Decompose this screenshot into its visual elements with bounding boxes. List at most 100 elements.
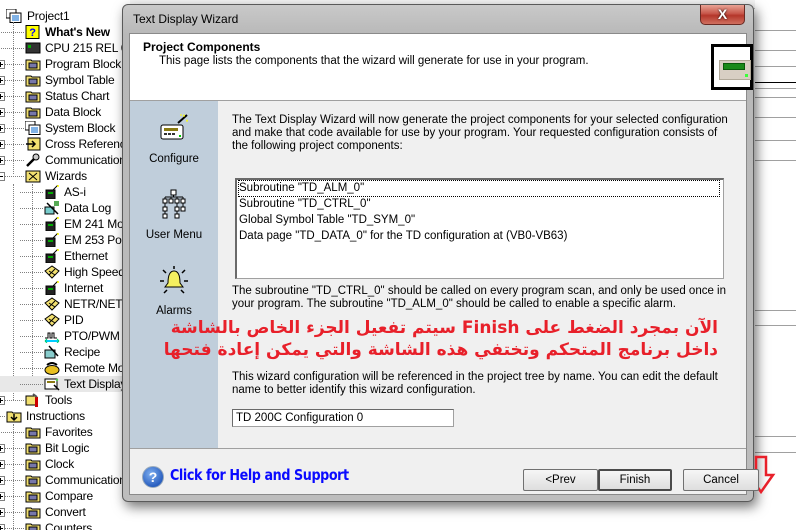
tree-item[interactable]: Program Block bbox=[0, 56, 130, 72]
tree-connector bbox=[20, 336, 43, 337]
tree-connector bbox=[20, 320, 43, 321]
tree-item[interactable]: EM 253 Position bbox=[0, 232, 130, 248]
list-item[interactable]: Subroutine "TD_ALM_0" bbox=[238, 180, 720, 197]
folder-icon bbox=[25, 491, 41, 503]
subroutine-note: The subroutine "TD_CTRL_0" should be cal… bbox=[232, 285, 727, 310]
tree-connector bbox=[5, 96, 24, 97]
tree-item[interactable]: NETR/NETW bbox=[0, 296, 130, 312]
tree-item[interactable]: Ethernet bbox=[0, 248, 130, 264]
tree-item[interactable]: PTO/PWM bbox=[0, 328, 130, 344]
tree-item[interactable]: Counters bbox=[0, 520, 130, 530]
tree-item[interactable]: Cross Reference bbox=[0, 136, 130, 152]
tree-item[interactable]: Status Chart bbox=[0, 88, 130, 104]
tree-item[interactable]: Bit Logic bbox=[0, 440, 130, 456]
tree-item-label: Counters bbox=[45, 521, 93, 530]
tree-connector bbox=[5, 400, 24, 401]
tree-item-label: AS-i bbox=[64, 185, 86, 199]
intro-text: The Text Display Wizard will now generat… bbox=[232, 114, 728, 152]
tree-item[interactable]: Communications bbox=[0, 472, 130, 488]
tree-connector bbox=[1, 32, 24, 33]
wizard-yellow-icon bbox=[44, 265, 60, 279]
configuration-name-input[interactable] bbox=[232, 409, 454, 427]
background-editor-area bbox=[755, 0, 796, 530]
system-block-icon bbox=[25, 121, 41, 135]
tree-connector bbox=[20, 288, 43, 289]
tree-item[interactable]: Communications bbox=[0, 152, 130, 168]
tree-item[interactable]: Favorites bbox=[0, 424, 130, 440]
help-support-link[interactable]: Click for Help and Support bbox=[170, 466, 349, 484]
tree-item-label: Compare bbox=[45, 489, 93, 503]
cross-reference-icon bbox=[26, 137, 41, 151]
footer-divider bbox=[130, 448, 746, 449]
annotation-line-2: داخل برنامج المتحكم وتختفي هذه الشاشة وا… bbox=[163, 340, 718, 360]
tree-item-label: NETR/NETW bbox=[64, 297, 130, 311]
components-list[interactable]: Subroutine "TD_ALM_0" Subroutine "TD_CTR… bbox=[235, 178, 724, 279]
tree-item-label: Communications bbox=[45, 473, 130, 487]
question-icon: ? bbox=[25, 25, 40, 39]
name-note: This wizard configuration will be refere… bbox=[232, 371, 718, 396]
cancel-button[interactable]: Cancel bbox=[683, 469, 759, 491]
wizard-header: Project Components This page lists the c… bbox=[130, 34, 753, 101]
wizard-icon bbox=[45, 217, 59, 231]
tree-item[interactable]: Wizards bbox=[0, 168, 130, 184]
dialog-title-bar[interactable]: Text Display Wizard X bbox=[123, 5, 753, 31]
tree-connector bbox=[20, 384, 43, 385]
tree-connector bbox=[20, 256, 43, 257]
tree-item[interactable]: EM 241 Modem bbox=[0, 216, 130, 232]
list-item[interactable]: Global Symbol Table "TD_SYM_0" bbox=[239, 213, 415, 228]
tree-item-label: Favorites bbox=[45, 425, 93, 439]
list-item[interactable]: Data page "TD_DATA_0" for the TD configu… bbox=[239, 229, 567, 244]
tree-item[interactable]: AS-i bbox=[0, 184, 130, 200]
page-subtitle: This page lists the components that the … bbox=[159, 55, 589, 67]
tree-connector bbox=[5, 128, 24, 129]
sidebar-item-user-menu[interactable]: User Menu bbox=[130, 189, 218, 249]
tree-connector bbox=[5, 464, 24, 465]
prev-button[interactable]: <Prev bbox=[523, 469, 598, 491]
tree-item[interactable]: Data Block bbox=[0, 104, 130, 120]
tree-item[interactable]: Symbol Table bbox=[0, 72, 130, 88]
finish-button[interactable]: Finish bbox=[598, 469, 672, 491]
tree-item[interactable]: Internet bbox=[0, 280, 130, 296]
tree-item[interactable]: Compare bbox=[0, 488, 130, 504]
tree-item[interactable]: Data Log bbox=[0, 200, 130, 216]
project-tree[interactable]: Project1? What's New CPU 215 REL 01 Program… bbox=[0, 0, 130, 530]
tree-item[interactable]: Tools bbox=[0, 392, 130, 408]
tree-item-label: Communications bbox=[45, 153, 130, 167]
tree-item[interactable]: Remote Modem bbox=[0, 360, 130, 376]
tree-item-label: EM 241 Modem bbox=[64, 217, 130, 231]
pto-pwm-icon bbox=[44, 332, 60, 343]
tree-item[interactable]: High Speed Counter bbox=[0, 264, 130, 280]
tree-item[interactable]: Text Display bbox=[0, 376, 130, 392]
tree-connector bbox=[5, 528, 24, 529]
folder-icon bbox=[25, 523, 41, 530]
tree-item[interactable]: PID bbox=[0, 312, 130, 328]
close-button[interactable]: X bbox=[700, 5, 745, 25]
tree-connector bbox=[20, 304, 43, 305]
list-item[interactable]: Subroutine "TD_CTRL_0" bbox=[239, 197, 371, 212]
tree-item[interactable]: Recipe bbox=[0, 344, 130, 360]
tree-item-label: System Block bbox=[45, 121, 116, 135]
expand-plus-icon[interactable] bbox=[0, 524, 5, 530]
tree-item-label: PTO/PWM bbox=[64, 329, 120, 343]
tree-connector bbox=[20, 192, 43, 193]
tree-item[interactable]: System Block bbox=[0, 120, 130, 136]
sidebar-item-alarms[interactable]: Alarms bbox=[130, 265, 218, 325]
wizard-yellow-icon bbox=[44, 313, 60, 327]
tree-connector bbox=[20, 272, 43, 273]
tree-item[interactable]: Instructions bbox=[0, 408, 130, 424]
tree-connector bbox=[20, 352, 43, 353]
tree-item-label: Convert bbox=[45, 505, 86, 519]
sidebar-label-configure: Configure bbox=[149, 153, 199, 165]
help-question-icon[interactable]: ? bbox=[142, 466, 164, 488]
tree-item[interactable]: CPU 215 REL 01 bbox=[0, 40, 130, 56]
alarm-bell-icon bbox=[160, 266, 188, 294]
tree-item-label: Text Display bbox=[64, 376, 127, 392]
tree-item-label: What's New bbox=[45, 25, 110, 39]
tree-item[interactable]: ? What's New bbox=[0, 24, 130, 40]
tree-item[interactable]: Convert bbox=[0, 504, 130, 520]
tree-item[interactable]: Clock bbox=[0, 456, 130, 472]
sidebar-item-configure[interactable]: Configure bbox=[130, 113, 218, 173]
tree-connector bbox=[5, 112, 24, 113]
communications-icon bbox=[26, 153, 40, 167]
tree-connector bbox=[20, 240, 43, 241]
